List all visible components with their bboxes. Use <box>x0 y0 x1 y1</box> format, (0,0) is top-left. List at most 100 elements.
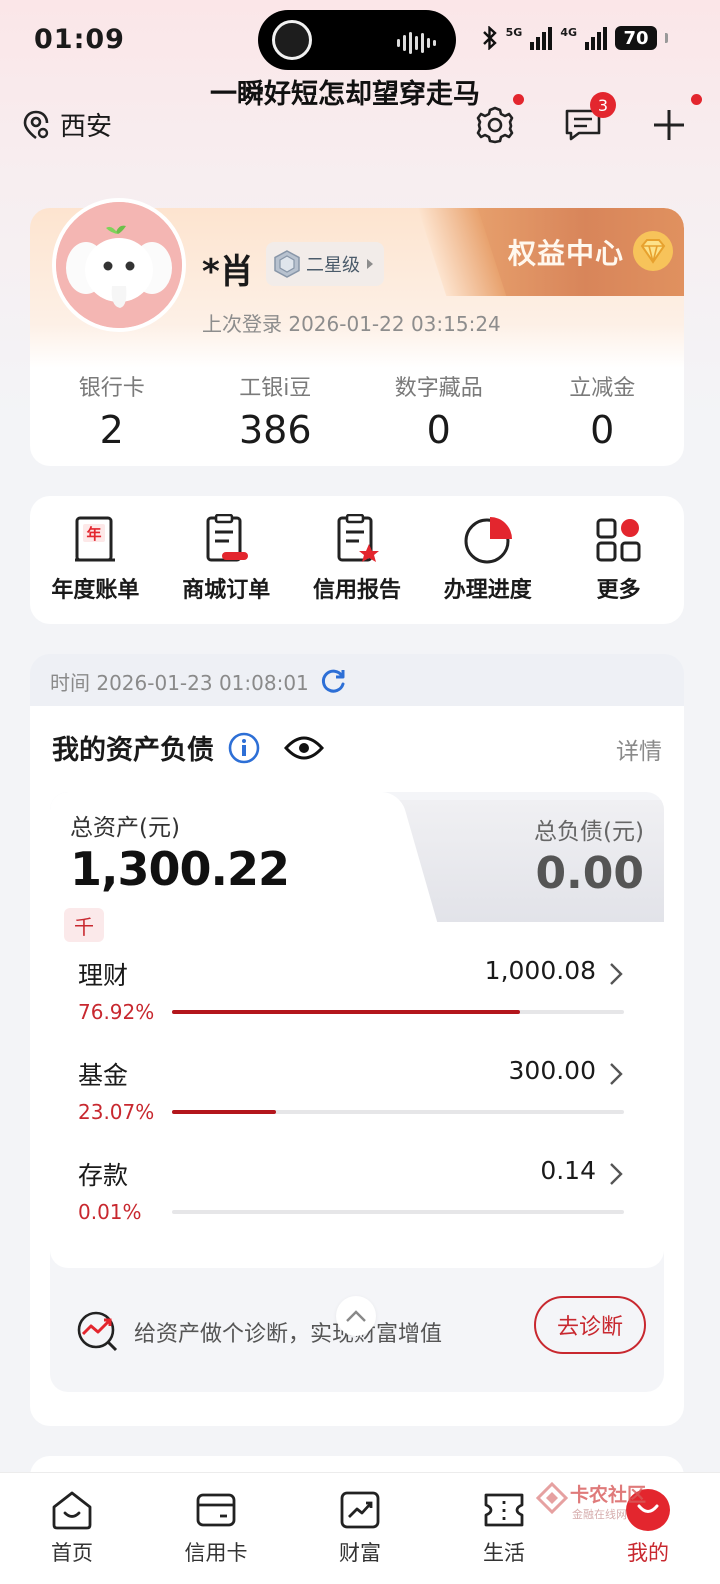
status-indicators: 5G 4G 70 <box>482 26 668 50</box>
stat-instant-discount[interactable]: 立减金 0 <box>521 370 685 452</box>
nav-me[interactable]: 我的 <box>576 1473 720 1584</box>
add-notice-dot <box>691 94 702 105</box>
total-debt-value: 0.00 <box>535 848 644 899</box>
caret-right-icon <box>367 259 373 269</box>
unit-chip: 千 <box>64 908 104 942</box>
marquee-text: 一瞬好短怎却望穿走马 <box>210 79 480 110</box>
asset-breakdown-list: 理财 1,000.08 76.92% 基金 300.00 23.07% 存款 0… <box>50 922 664 1268</box>
elephant-mascot-icon <box>56 202 182 328</box>
chevron-up-icon <box>346 1310 366 1322</box>
asset-row-bar <box>172 1110 277 1114</box>
add-button[interactable] <box>644 94 702 150</box>
eye-icon[interactable] <box>284 734 324 762</box>
diagnose-text: 给资产做个诊断，实现财富增值 <box>134 1322 443 1347</box>
location-selector[interactable]: 西安 <box>22 106 112 143</box>
network-4g-label: 4G <box>560 26 577 39</box>
network-5g-label: 5G <box>505 26 523 39</box>
username: *肖 <box>202 252 254 292</box>
shortcut-progress[interactable]: 办理进度 <box>422 514 553 624</box>
settings-button[interactable] <box>470 94 524 150</box>
stat-label: 数字藏品 <box>394 376 483 401</box>
nav-life[interactable]: 生活 <box>432 1473 576 1584</box>
stat-value: 386 <box>238 408 312 452</box>
credit-report-icon <box>337 514 379 562</box>
member-level-chip[interactable]: 二星级 <box>266 242 384 286</box>
camera-icon <box>272 20 312 60</box>
shortcut-more[interactable]: 更多 <box>553 514 684 624</box>
top-actions: 3 <box>460 92 720 150</box>
rights-center-label: 权益中心 <box>507 237 624 270</box>
annual-bill-icon: 年 <box>75 516 116 562</box>
status-time: 01:09 <box>34 24 125 55</box>
asset-row-name: 理财 <box>78 961 129 990</box>
messages-button[interactable]: 3 <box>558 92 616 150</box>
nav-wealth[interactable]: 财富 <box>288 1473 432 1584</box>
location-city: 西安 <box>60 112 113 142</box>
plus-icon <box>654 110 684 140</box>
bottom-nav: 首页 信用卡 财富 生活 我的 <box>0 1472 720 1584</box>
ticket-icon <box>484 1493 524 1527</box>
stat-bank-cards[interactable]: 银行卡 2 <box>30 370 194 452</box>
shortcut-annual-bill[interactable]: 年 年度账单 <box>30 514 161 624</box>
total-assets-value: 1,300.22 <box>70 842 290 896</box>
dynamic-island <box>258 10 456 70</box>
svg-text:年: 年 <box>87 525 102 543</box>
shortcut-label: 办理进度 <box>443 578 532 603</box>
refresh-icon[interactable] <box>319 667 347 695</box>
messages-badge: 3 <box>590 92 616 118</box>
hexagon-level-icon <box>274 250 300 278</box>
stat-digital-collectibles[interactable]: 数字藏品 0 <box>357 370 521 452</box>
rights-center-button[interactable]: 权益中心 <box>464 208 684 296</box>
nav-label: 财富 <box>339 1541 381 1565</box>
diagnose-button[interactable]: 去诊断 <box>534 1296 646 1354</box>
info-icon[interactable] <box>228 732 260 764</box>
nav-label: 我的 <box>627 1541 669 1565</box>
shortcut-label: 商城订单 <box>182 578 271 603</box>
asset-row-amount: 0.14 <box>540 1156 596 1185</box>
more-grid-icon <box>596 518 641 562</box>
stat-icbc-beans[interactable]: 工银i豆 386 <box>194 370 358 452</box>
shortcut-label: 年度账单 <box>51 578 140 603</box>
nav-label: 首页 <box>51 1541 93 1565</box>
settings-notice-dot <box>513 94 524 105</box>
asset-timestamp-bar: 时间 2026-01-23 01:08:01 <box>30 654 684 708</box>
chevron-right-icon <box>610 1063 623 1085</box>
mall-order-icon <box>206 514 249 562</box>
credit-card-icon <box>196 1493 236 1527</box>
nav-label: 信用卡 <box>184 1541 248 1565</box>
nav-home[interactable]: 首页 <box>0 1473 144 1584</box>
stat-value: 0 <box>590 408 615 452</box>
asset-row-wealth[interactable]: 理财 1,000.08 76.92% <box>78 942 624 1032</box>
total-assets-label: 总资产(元) <box>70 815 180 841</box>
collapse-button[interactable] <box>336 1296 376 1336</box>
shortcut-label: 更多 <box>596 578 641 603</box>
signal-5g-icon <box>530 26 553 50</box>
asset-row-percent: 76.92% <box>78 1000 155 1024</box>
audio-wave-icon <box>397 32 436 54</box>
chevron-right-icon <box>610 963 623 985</box>
asset-row-name: 基金 <box>78 1061 129 1090</box>
shortcut-label: 信用报告 <box>312 578 401 603</box>
shortcut-mall-order[interactable]: 商城订单 <box>161 514 292 624</box>
asset-detail-link[interactable]: 详情 <box>616 732 662 766</box>
nav-label: 生活 <box>483 1541 525 1565</box>
stat-value: 0 <box>426 408 451 452</box>
last-login-text: 上次登录 2026-01-22 03:15:24 <box>202 312 501 336</box>
profile-stats: 银行卡 2 工银i豆 386 数字藏品 0 立减金 0 <box>30 370 684 452</box>
asset-row-amount: 1,000.08 <box>484 956 596 985</box>
nav-credit-card[interactable]: 信用卡 <box>144 1473 288 1584</box>
asset-row-fund[interactable]: 基金 300.00 23.07% <box>78 1042 624 1132</box>
asset-title-row: 我的资产负债 <box>52 728 324 767</box>
shortcut-credit-report[interactable]: 信用报告 <box>292 514 423 624</box>
battery-icon: 70 <box>615 26 657 50</box>
asset-row-name: 存款 <box>78 1161 129 1190</box>
chevron-right-icon <box>610 1163 623 1185</box>
asset-row-deposit[interactable]: 存款 0.14 0.01% <box>78 1142 624 1232</box>
trend-diagnose-icon <box>77 1311 118 1352</box>
asset-timestamp: 时间 2026-01-23 01:08:01 <box>50 670 309 695</box>
avatar[interactable] <box>52 198 186 332</box>
asset-row-track <box>172 1010 624 1014</box>
asset-row-amount: 300.00 <box>508 1056 596 1085</box>
asset-liability-card: 我的资产负债 详情 总负债(元) 0.00 总资产(元) 1,300.22 千 … <box>30 706 684 1426</box>
asset-row-percent: 0.01% <box>78 1200 142 1224</box>
